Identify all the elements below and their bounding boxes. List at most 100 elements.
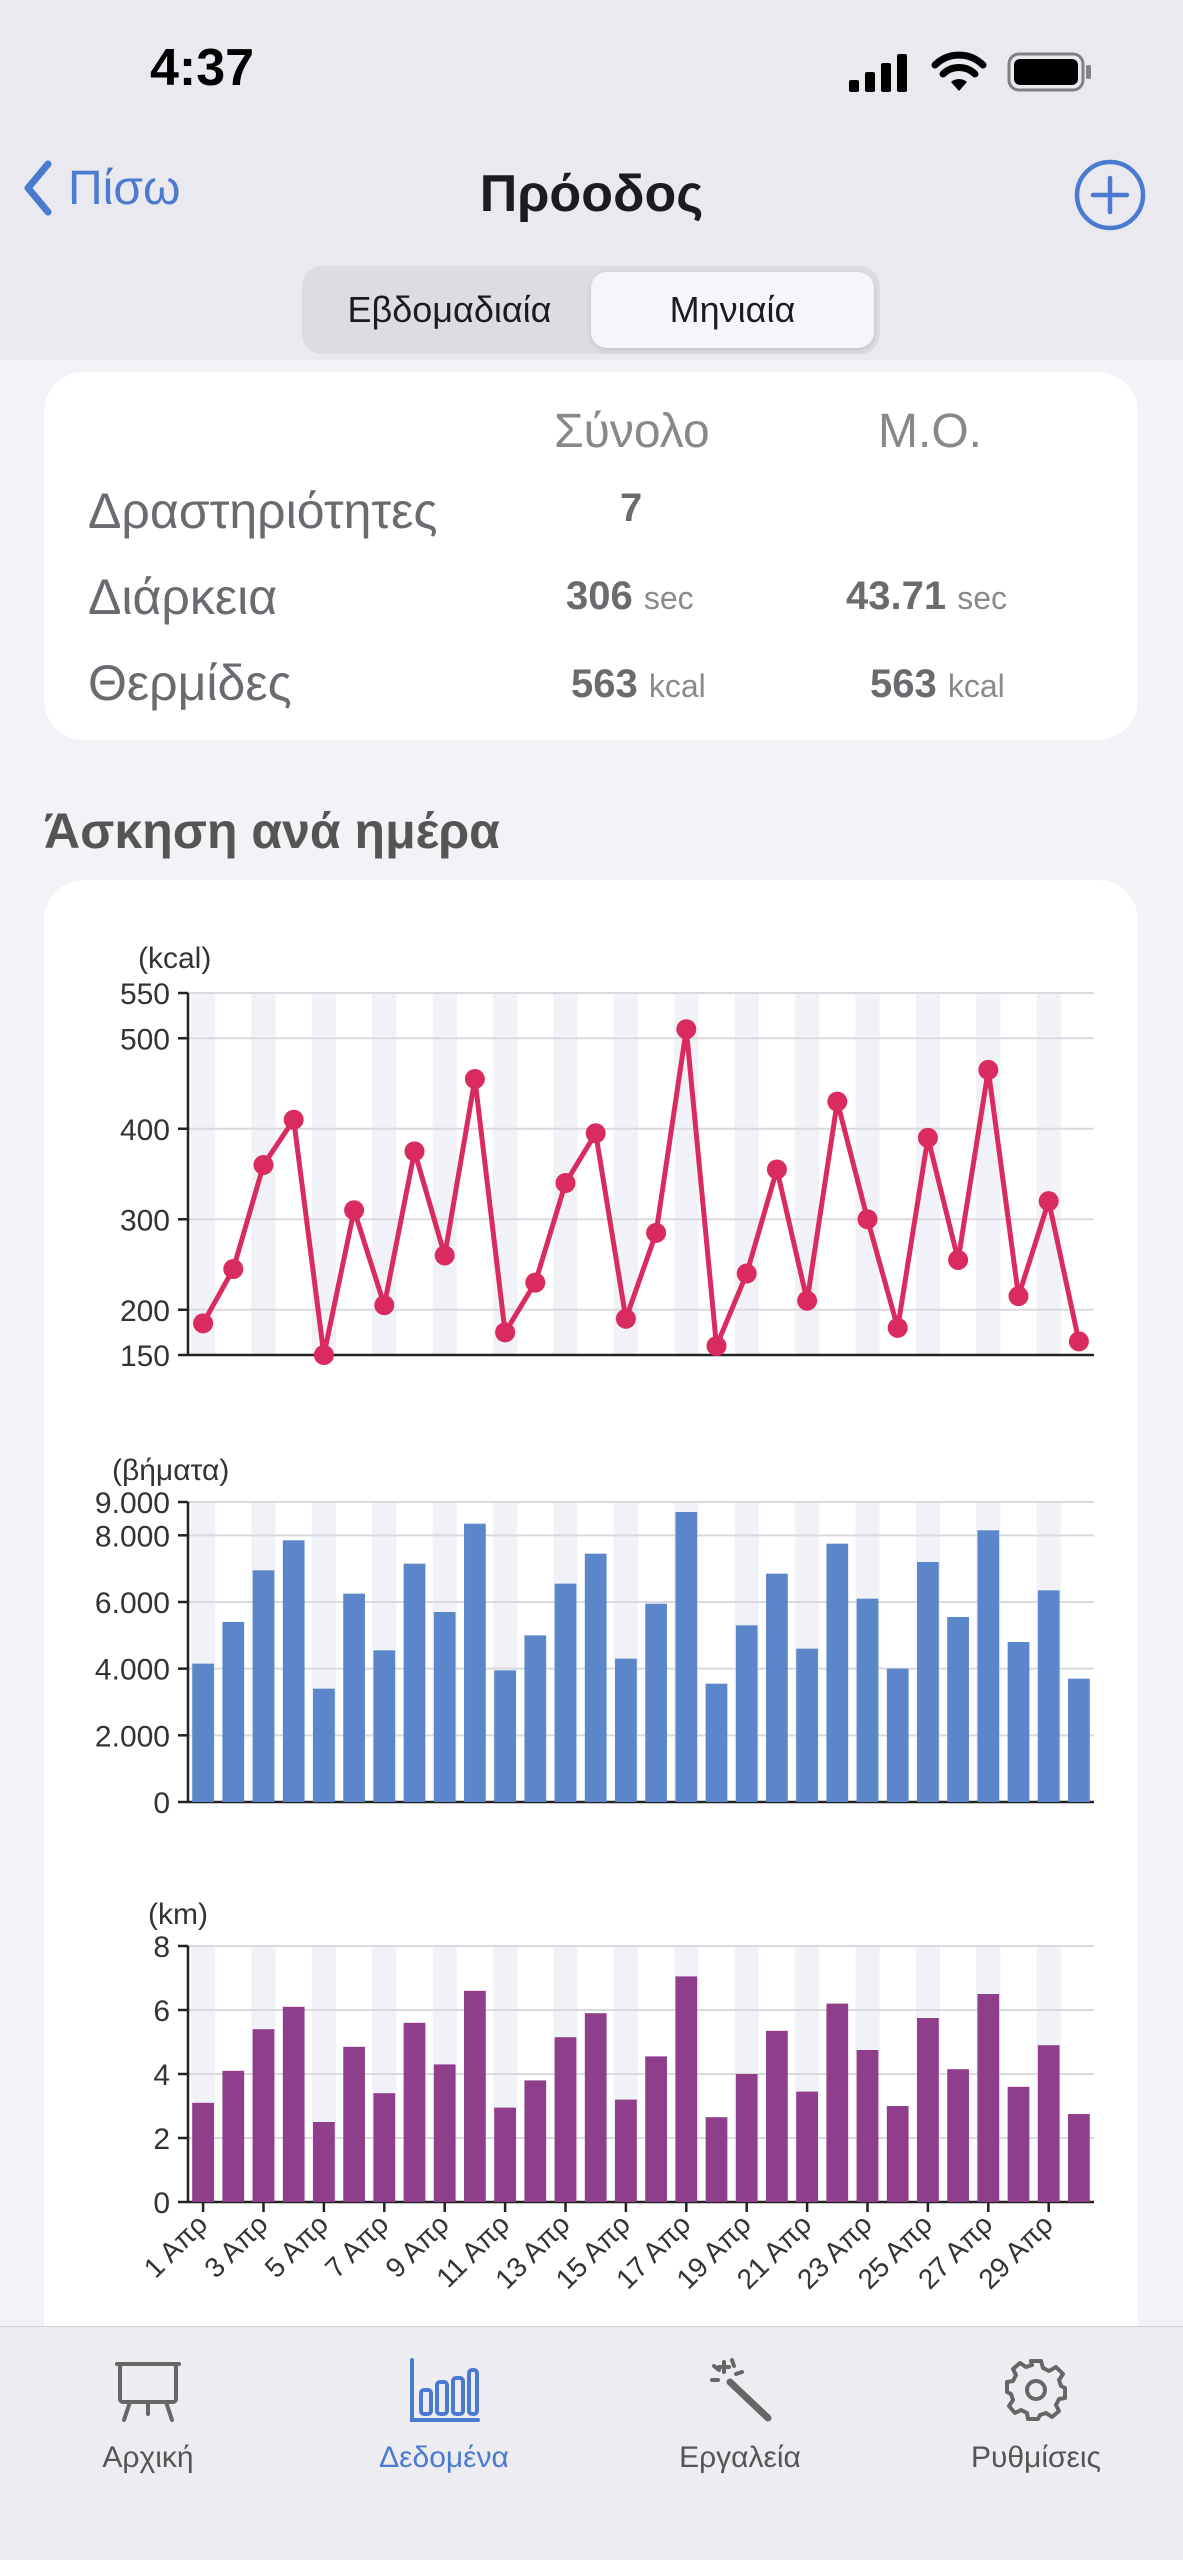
kcal-point [766, 1159, 787, 1180]
kcal-point [313, 1345, 334, 1365]
steps-bar [796, 1648, 818, 1802]
steps-bar [1068, 1678, 1090, 1802]
chart-stripe [734, 993, 759, 1355]
kcal-point [676, 1019, 697, 1040]
column-header-total: Σύνολο [554, 405, 710, 458]
kcal-point [434, 1245, 455, 1266]
steps-bar [464, 1523, 486, 1802]
kcal-point [978, 1059, 999, 1080]
km-bar [675, 1976, 698, 2202]
status-time: 4:37 [150, 39, 255, 97]
summary-card: Σύνολο Μ.Ο. Δραστηριότητες 7 Διάρκεια 30… [44, 372, 1138, 740]
y-tick-label: 6 [153, 1995, 170, 2028]
magic-wand-icon [710, 2358, 772, 2422]
tab-home[interactable]: Αρχική [0, 2345, 296, 2475]
kcal-point [917, 1127, 938, 1148]
calories-total-unit: kcal [648, 668, 706, 704]
wifi-icon [931, 51, 987, 91]
chart-stripe [432, 993, 457, 1355]
segment-monthly[interactable]: Μηνιαία [591, 272, 874, 348]
section-title: Άσκηση ανά ημέρα [44, 803, 500, 859]
steps-bar [917, 1562, 939, 1802]
steps-bar [856, 1598, 879, 1802]
km-bar [886, 2106, 909, 2202]
kcal-point [646, 1222, 667, 1243]
km-bar [464, 1990, 486, 2202]
gear-icon [1005, 2359, 1067, 2421]
battery-icon [1007, 52, 1091, 92]
status-bar: 4:37 [0, 0, 1183, 140]
bar-chart-icon [410, 2358, 480, 2422]
km-bar [615, 2099, 637, 2202]
tab-home-label: Αρχική [102, 2441, 194, 2474]
duration-average: 43.71 sec [846, 574, 1007, 619]
navigation-bar: Πίσω Πρόοδος [0, 140, 1183, 250]
km-bar [282, 2006, 305, 2202]
steps-bar [494, 1670, 516, 1802]
steps-bar [735, 1625, 758, 1802]
kcal-point [615, 1308, 636, 1329]
y-tick-label: 9.000 [95, 1487, 170, 1520]
km-bar [403, 2022, 426, 2202]
period-segmented-control: Εβδομαδιαία Μηνιαία [302, 266, 880, 354]
km-bar [373, 2093, 396, 2202]
km-bar [1007, 2086, 1030, 2202]
kcal-point [1038, 1191, 1059, 1212]
calories-total: 563 kcal [571, 662, 706, 707]
km-bar [192, 2102, 214, 2202]
y-tick-label: 2.000 [95, 1720, 170, 1753]
km-bar [433, 2064, 456, 2202]
steps-bar [313, 1688, 335, 1802]
steps-bar [705, 1683, 728, 1802]
scroll-content[interactable]: Σύνολο Μ.Ο. Δραστηριότητες 7 Διάρκεια 30… [0, 360, 1183, 2326]
kcal-point [857, 1209, 878, 1230]
unit-label: (βήματα) [112, 1454, 229, 1487]
km-bar [947, 2069, 969, 2202]
steps-bar [524, 1635, 547, 1802]
chart-stripe [191, 993, 216, 1355]
calories-total-value: 563 [571, 662, 638, 706]
y-tick-label: 300 [120, 1204, 170, 1237]
steps-bar [826, 1543, 849, 1802]
km-bar [524, 2080, 547, 2202]
kcal-point [585, 1123, 606, 1144]
add-button[interactable] [1073, 158, 1147, 232]
km-bar [313, 2122, 335, 2202]
y-tick-label: 0 [153, 1787, 170, 1820]
chart-stripe [1036, 993, 1061, 1355]
duration-average-value: 43.71 [846, 574, 947, 618]
segment-weekly[interactable]: Εβδομαδιαία [308, 272, 591, 348]
tab-settings[interactable]: Ρυθμίσεις [888, 2345, 1183, 2475]
charts-card: 150 200 300 400 500 550 (kcal) 0 2.000 4.000 6.000… [44, 880, 1138, 2326]
km-bar [222, 2070, 245, 2202]
kcal-point [283, 1109, 304, 1130]
y-tick-label: 0 [153, 2187, 170, 2220]
y-tick-label: 200 [120, 1295, 170, 1328]
y-tick-label: 4 [153, 2059, 170, 2092]
kcal-point [797, 1290, 818, 1311]
chart-stripe [976, 993, 1001, 1355]
y-tick-label: 6.000 [95, 1587, 170, 1620]
y-tick-label: 550 [120, 978, 170, 1011]
duration-total-unit: sec [643, 580, 694, 616]
kcal-point [736, 1263, 757, 1284]
steps-bar [252, 1570, 275, 1802]
km-bar [554, 2037, 577, 2202]
y-tick-label: 150 [120, 1340, 170, 1373]
y-tick-label: 2 [153, 2123, 170, 2156]
steps-bar [373, 1650, 396, 1802]
tab-tools[interactable]: Εργαλεία [592, 2345, 888, 2475]
kcal-point [555, 1173, 576, 1194]
activities-total-value: 7 [620, 486, 643, 530]
km-bar [826, 2003, 849, 2202]
tab-tools-label: Εργαλεία [679, 2441, 801, 2474]
km-bar [705, 2117, 728, 2202]
y-tick-label: 500 [120, 1023, 170, 1056]
steps-bar [1007, 1642, 1030, 1802]
km-bar [796, 2091, 818, 2202]
tab-data[interactable]: Δεδομένα [296, 2345, 592, 2475]
km-bar [856, 2050, 879, 2202]
steps-bar [615, 1658, 637, 1802]
km-bar [494, 2107, 516, 2202]
kcal-point [1068, 1331, 1089, 1352]
